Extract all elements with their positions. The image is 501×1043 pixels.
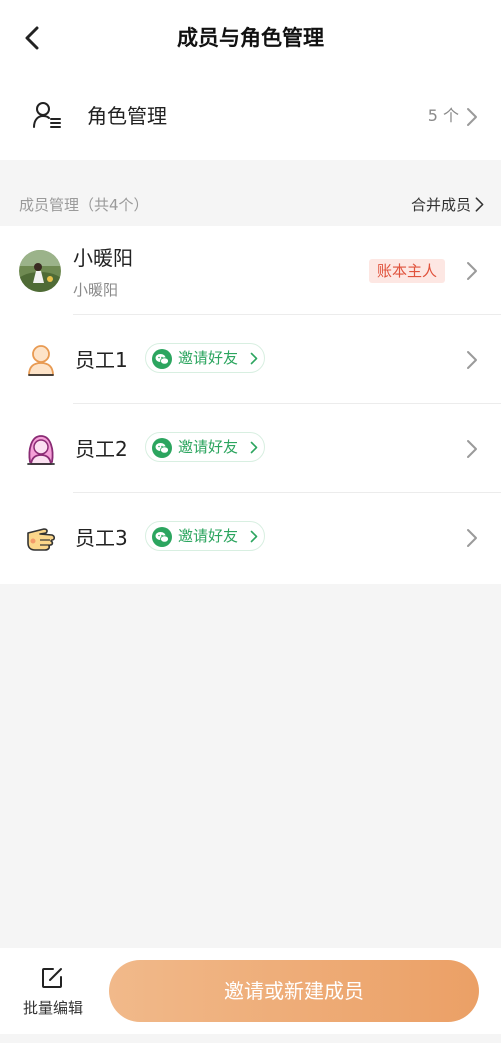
invite-friend-button[interactable]: 邀请好友 bbox=[145, 521, 265, 551]
member-row-employee-1[interactable]: 员工1 邀请好友 bbox=[0, 315, 501, 404]
chevron-right-icon bbox=[467, 108, 477, 126]
chevron-right-icon bbox=[250, 530, 258, 543]
chevron-right-icon bbox=[475, 197, 484, 212]
member-subname: 小暖阳 bbox=[73, 281, 119, 299]
batch-edit-button[interactable]: 批量编辑 bbox=[14, 963, 94, 1023]
members-section-title: 成员管理（共4个） bbox=[19, 196, 149, 214]
invite-friend-button[interactable]: 邀请好友 bbox=[145, 343, 265, 373]
chevron-right-icon bbox=[467, 262, 477, 280]
wechat-icon bbox=[152, 438, 172, 458]
chevron-right-icon bbox=[467, 529, 477, 547]
invite-friend-button[interactable]: 邀请好友 bbox=[145, 432, 265, 462]
invite-friend-label: 邀请好友 bbox=[178, 349, 239, 367]
member-name: 小暖阳 bbox=[73, 246, 133, 270]
top-bar: 成员与角色管理 bbox=[0, 0, 501, 78]
member-name: 员工3 bbox=[75, 526, 128, 550]
member-row-employee-2[interactable]: 员工2 邀请好友 bbox=[0, 404, 501, 493]
role-count: 5 个 bbox=[427, 106, 459, 125]
chevron-right-icon bbox=[467, 351, 477, 369]
invite-friend-label: 邀请好友 bbox=[178, 438, 239, 456]
members-section-header: 成员管理（共4个） 合并成员 bbox=[0, 182, 501, 226]
member-name: 员工2 bbox=[75, 437, 128, 461]
wechat-icon bbox=[152, 527, 172, 547]
hand-avatar-icon bbox=[27, 528, 56, 551]
girl-avatar-icon bbox=[27, 435, 55, 465]
person-avatar-icon bbox=[28, 345, 54, 376]
invite-friend-label: 邀请好友 bbox=[178, 527, 239, 545]
bottom-action-bar: 批量编辑 邀请或新建成员 bbox=[0, 948, 501, 1034]
role-management-label: 角色管理 bbox=[87, 104, 167, 128]
role-management-row[interactable]: 角色管理 5 个 bbox=[0, 78, 501, 160]
invite-or-create-member-button[interactable]: 邀请或新建成员 bbox=[109, 960, 479, 1022]
member-list: 小暖阳 小暖阳 账本主人 员工1 邀请好友 员工2 邀请好友 员工3 邀请好友 bbox=[0, 226, 501, 584]
page-title: 成员与角色管理 bbox=[177, 26, 324, 50]
chevron-right-icon bbox=[250, 441, 258, 454]
edit-icon bbox=[42, 968, 62, 988]
batch-edit-label: 批量编辑 bbox=[22, 999, 83, 1017]
bottom-safe-area bbox=[0, 1034, 501, 1043]
member-row-owner[interactable]: 小暖阳 小暖阳 账本主人 bbox=[0, 226, 501, 315]
merge-members-button[interactable]: 合并成员 bbox=[411, 194, 471, 216]
wechat-icon bbox=[152, 349, 172, 369]
chevron-right-icon bbox=[250, 352, 258, 365]
chevron-right-icon bbox=[467, 440, 477, 458]
avatar bbox=[19, 250, 61, 292]
user-list-icon bbox=[33, 102, 61, 128]
owner-badge: 账本主人 bbox=[369, 259, 446, 283]
member-name: 员工1 bbox=[75, 348, 128, 372]
member-row-employee-3[interactable]: 员工3 邀请好友 bbox=[0, 493, 501, 582]
